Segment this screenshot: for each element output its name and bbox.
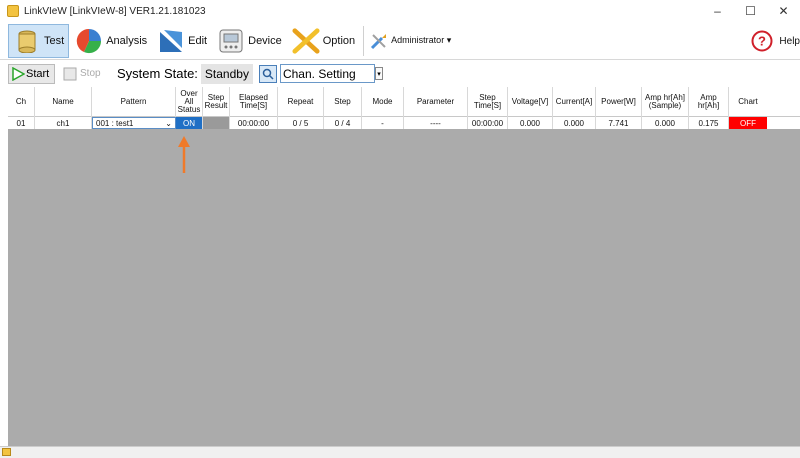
header-elapsed-time[interactable]: Elapsed Time[S] — [230, 87, 278, 117]
chevron-down-icon[interactable]: ▾ — [374, 67, 383, 80]
header-amp-hr-sample[interactable]: Amp hr[Ah] (Sample) — [642, 87, 689, 117]
status-bar — [0, 446, 800, 458]
help-label: Help — [779, 35, 800, 47]
header-ch[interactable]: Ch — [8, 87, 35, 117]
help-icon: ? — [748, 27, 776, 55]
toolbar-option-label: Option — [322, 34, 356, 47]
pattern-value: 001 : test1 — [96, 118, 134, 128]
cell-current: 0.000 — [553, 117, 596, 129]
chevron-down-icon: ⌄ — [165, 118, 172, 128]
header-chart[interactable]: Chart — [729, 87, 767, 117]
cell-ch: 01 — [8, 117, 35, 129]
start-label: Start — [26, 67, 50, 80]
cell-amp-hr-sample: 0.000 — [642, 117, 689, 129]
toolbar-edit[interactable]: Edit — [153, 24, 211, 58]
header-name[interactable]: Name — [35, 87, 92, 117]
system-state-label: System State: — [117, 66, 198, 81]
toolbar-analysis-label: Analysis — [106, 34, 148, 47]
cell-parameter: ---- — [404, 117, 468, 129]
toolbar-device-label: Device — [248, 34, 282, 47]
header-step-time[interactable]: Step Time[S] — [468, 87, 508, 117]
cell-repeat: 0 / 5 — [278, 117, 324, 129]
device-icon — [217, 27, 245, 55]
admin-tools-icon — [370, 27, 388, 55]
toolbar-test[interactable]: Test — [8, 23, 70, 58]
header-power[interactable]: Power[W] — [596, 87, 642, 117]
start-button[interactable]: Start — [8, 63, 55, 84]
control-bar: Start Stop System State: Standby Chan. S… — [0, 61, 800, 86]
toolbar-analysis[interactable]: Analysis — [71, 24, 151, 58]
grid-header: Ch Name Pattern Over All Status Step Res… — [8, 87, 800, 117]
header-step-result[interactable]: Step Result — [203, 87, 230, 117]
stop-button[interactable]: Stop — [61, 64, 107, 84]
channel-setting-value: Chan. Setting — [282, 66, 356, 81]
close-button[interactable]: ✕ — [767, 0, 800, 22]
play-icon — [12, 66, 25, 81]
minimize-button[interactable]: – — [701, 0, 734, 22]
window-title: LinkVIeW [LinkVIeW-8] VER1.21.181023 — [24, 5, 206, 17]
overall-status-badge[interactable]: ON — [176, 117, 203, 129]
header-mode[interactable]: Mode — [362, 87, 404, 117]
cell-power: 7.741 — [596, 117, 642, 129]
maximize-button[interactable]: ☐ — [734, 0, 767, 22]
header-current[interactable]: Current[A] — [553, 87, 596, 117]
analysis-icon — [75, 27, 103, 55]
header-step[interactable]: Step — [324, 87, 362, 117]
toolbar-edit-label: Edit — [188, 34, 208, 47]
stop-icon — [63, 67, 77, 80]
annotation-arrow-icon — [178, 136, 190, 173]
administrator-label: Administrator ▾ — [391, 35, 452, 45]
cell-step-result — [203, 117, 230, 129]
chart-toggle-button[interactable]: OFF — [729, 117, 767, 129]
header-parameter[interactable]: Parameter — [404, 87, 468, 117]
channel-setting-dropdown[interactable]: Chan. Setting ▾ — [279, 64, 383, 83]
cell-amp-hr: 0.175 — [689, 117, 729, 129]
header-overall-status[interactable]: Over All Status — [176, 87, 203, 117]
pattern-dropdown[interactable]: 001 : test1 ⌄ — [92, 117, 176, 129]
cell-mode: - — [362, 117, 404, 129]
header-amp-hr[interactable]: Amp hr[Ah] — [689, 87, 729, 117]
cell-voltage: 0.000 — [508, 117, 553, 129]
administrator-menu[interactable]: Administrator ▾ — [363, 25, 455, 56]
cell-step: 0 / 4 — [324, 117, 362, 129]
edit-icon — [157, 27, 185, 55]
channel-search-icon[interactable] — [258, 64, 277, 83]
header-voltage[interactable]: Voltage[V] — [508, 87, 553, 117]
test-icon — [13, 27, 41, 55]
title-bar: LinkVIeW [LinkVIeW-8] VER1.21.181023 – ☐… — [0, 0, 800, 22]
cell-name[interactable]: ch1 — [35, 117, 92, 129]
window-controls: – ☐ ✕ — [701, 0, 800, 22]
app-icon — [7, 5, 19, 17]
table-row[interactable]: 01 ch1 001 : test1 ⌄ ON 00:00:00 0 / 5 0… — [8, 117, 800, 129]
stop-label: Stop — [80, 68, 101, 79]
main-toolbar: Test Analysis Edit Device Option Adminis… — [0, 22, 800, 60]
option-icon — [292, 27, 320, 55]
svg-text:?: ? — [758, 34, 766, 49]
toolbar-test-label: Test — [44, 34, 65, 47]
cell-step-time: 00:00:00 — [468, 117, 508, 129]
system-state-value: Standby — [200, 63, 253, 84]
help-button[interactable]: ? Help — [748, 24, 800, 58]
folder-icon — [2, 448, 11, 456]
header-repeat[interactable]: Repeat — [278, 87, 324, 117]
toolbar-device[interactable]: Device — [213, 24, 286, 58]
toolbar-option[interactable]: Option — [288, 24, 359, 58]
cell-elapsed-time: 00:00:00 — [230, 117, 278, 129]
channel-grid: Ch Name Pattern Over All Status Step Res… — [8, 87, 800, 446]
header-pattern[interactable]: Pattern — [92, 87, 176, 117]
